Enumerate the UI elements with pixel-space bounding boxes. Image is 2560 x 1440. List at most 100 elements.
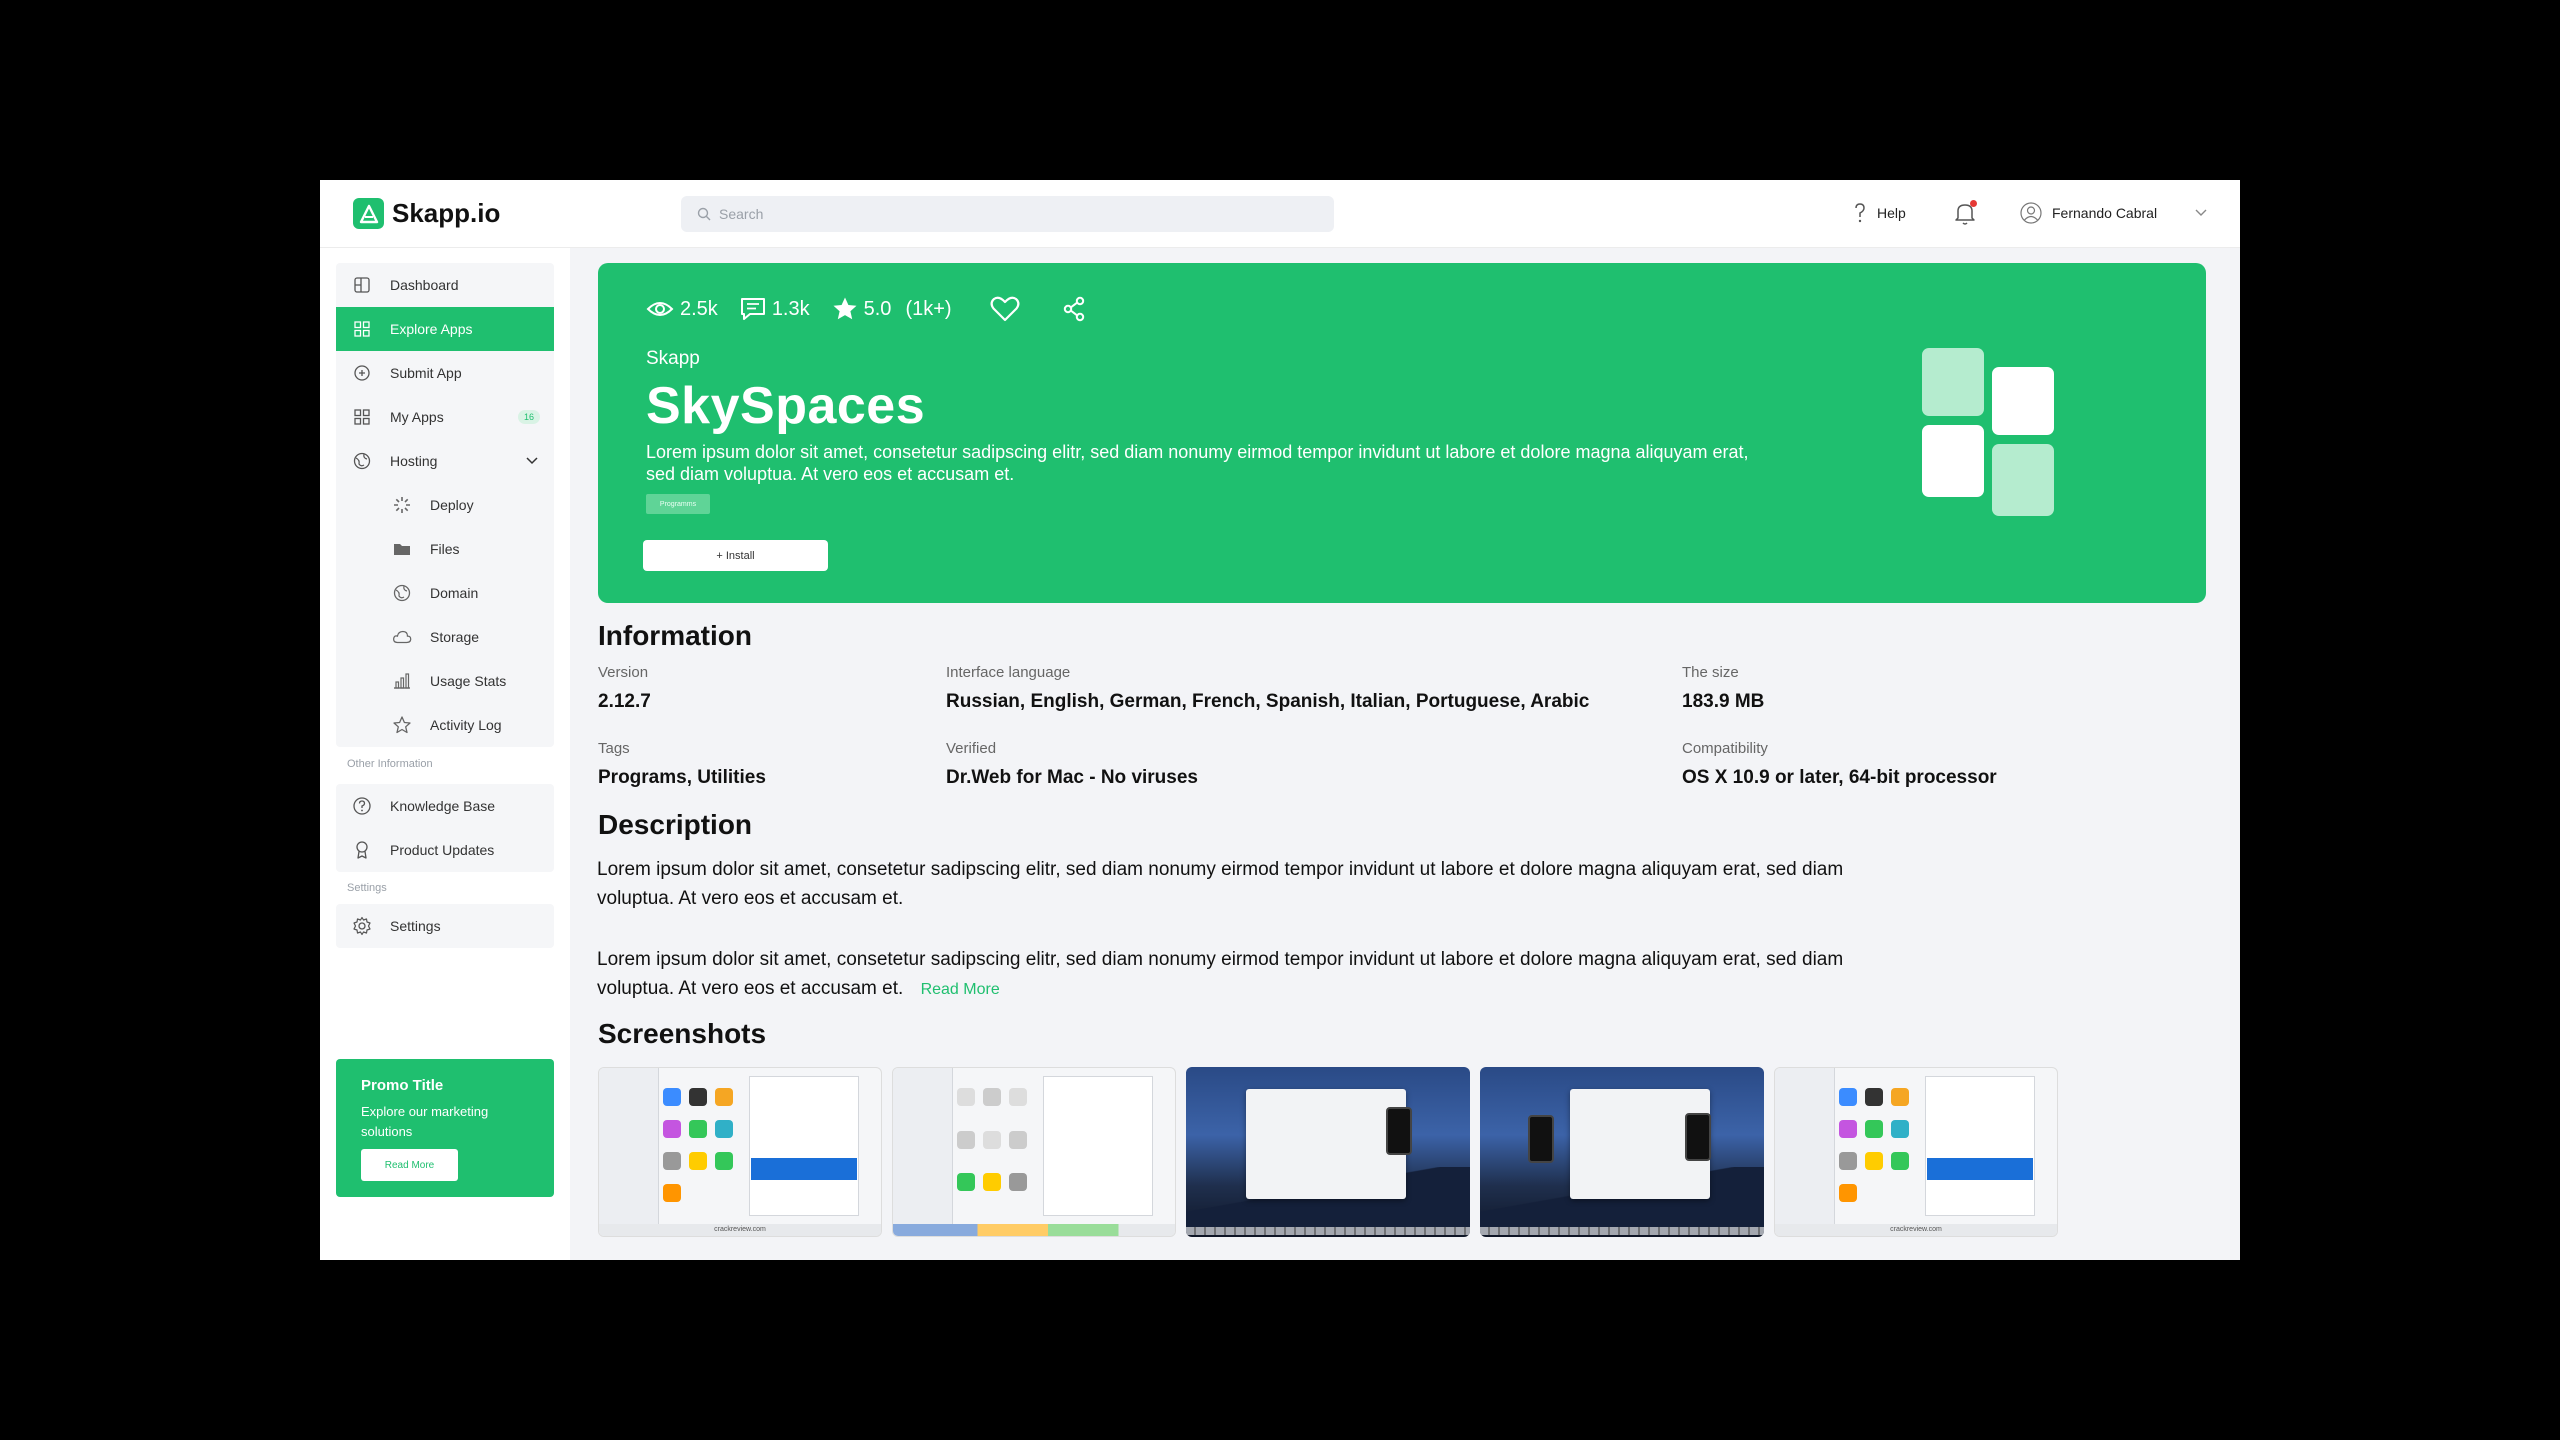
app-title: SkySpaces: [646, 377, 926, 435]
sidebar-item-hosting[interactable]: Hosting: [336, 439, 554, 483]
folder-icon: [392, 539, 412, 559]
promo-title: Promo Title: [361, 1077, 444, 1094]
cloud-icon: [392, 627, 412, 647]
search-icon: [697, 207, 711, 221]
apps-icon: [352, 407, 372, 427]
gear-icon: [352, 916, 372, 936]
notification-dot: [1970, 200, 1977, 207]
search-input[interactable]: [719, 206, 1279, 222]
sidebar-item-label: Knowledge Base: [390, 798, 496, 814]
size-label: The size: [1682, 664, 1739, 681]
sidebar: Dashboard Explore Apps Submit App My App…: [320, 248, 570, 1260]
compatibility-label: Compatibility: [1682, 740, 1768, 757]
app-hero-banner: 2.5k 1.3k 5.0 (1k+) Skapp SkySpaces Lore…: [598, 263, 2206, 603]
app-window: Skapp.io Help Fernando Cabral Dashboard: [320, 180, 2240, 1260]
screenshot-thumbnail[interactable]: [1480, 1067, 1764, 1237]
rating-count: (1k+): [905, 297, 952, 320]
screenshot-caption: crackreview.com: [599, 1224, 881, 1236]
sidebar-item-my-apps[interactable]: My Apps 16: [336, 395, 554, 439]
promo-read-more-button[interactable]: Read More: [361, 1149, 458, 1181]
help-icon: [1855, 203, 1865, 223]
screenshot-caption: crackreview.com: [1775, 1224, 2057, 1236]
screenshot-thumbnail[interactable]: [1186, 1067, 1470, 1237]
tags-value: Programs, Utilities: [598, 767, 766, 788]
sidebar-item-usage-stats[interactable]: Usage Stats: [336, 659, 554, 703]
sidebar-item-settings[interactable]: Settings: [336, 904, 554, 948]
sidebar-item-label: Deploy: [430, 497, 474, 513]
screenshot-thumbnail[interactable]: crackreview.com: [598, 1067, 882, 1237]
rating-value: 5.0: [863, 297, 892, 320]
deploy-icon: [392, 495, 412, 515]
comments-count: 1.3k: [771, 297, 810, 320]
verified-label: Verified: [946, 740, 997, 757]
sidebar-item-domain[interactable]: Domain: [336, 571, 554, 615]
settings-nav: Settings: [336, 904, 554, 948]
sidebar-item-activity-log[interactable]: Activity Log: [336, 703, 554, 747]
sidebar-item-product-updates[interactable]: Product Updates: [336, 828, 554, 872]
sidebar-item-explore-apps[interactable]: Explore Apps: [336, 307, 554, 351]
tags-label: Tags: [598, 740, 630, 757]
bar-chart-icon: [392, 671, 412, 691]
sidebar-item-label: My Apps: [390, 409, 444, 425]
views-count: 2.5k: [680, 297, 718, 320]
app-short-description: Lorem ipsum dolor sit amet, consetetur s…: [646, 442, 1749, 484]
app-publisher[interactable]: Skapp: [646, 348, 700, 370]
star-icon: [833, 297, 857, 320]
brand-name: Skapp.io: [392, 198, 501, 228]
chevron-down-icon[interactable]: [526, 457, 538, 465]
version-label: Version: [598, 664, 649, 681]
comment-icon: [740, 298, 765, 320]
rating-stat: 5.0 (1k+): [832, 296, 952, 322]
add-circle-icon: [352, 363, 372, 383]
grid-icon: [352, 319, 372, 339]
category-tag[interactable]: Programms: [646, 494, 710, 514]
description-text: Lorem ipsum dolor sit amet, consetetur s…: [597, 949, 1844, 999]
sidebar-item-label: Settings: [390, 918, 441, 934]
user-name: Fernando Cabral: [2052, 205, 2158, 221]
sidebar-item-files[interactable]: Files: [336, 527, 554, 571]
share-icon[interactable]: [1062, 296, 1086, 322]
help-link[interactable]: Help: [1853, 202, 1906, 224]
compatibility-value: OS X 10.9 or later, 64-bit processor: [1682, 767, 1997, 788]
section-label-other: Other Information: [347, 758, 433, 770]
description-heading: Description: [598, 809, 753, 840]
domain-globe-icon: [392, 583, 412, 603]
description-paragraph: Lorem ipsum dolor sit amet, consetetur s…: [597, 859, 1844, 909]
sidebar-item-label: Product Updates: [390, 842, 495, 858]
verified-value: Dr.Web for Mac - No viruses: [946, 767, 1198, 788]
sidebar-item-label: Dashboard: [390, 277, 459, 293]
chevron-down-icon[interactable]: [2195, 209, 2207, 217]
other-nav: Knowledge Base Product Updates: [336, 784, 554, 872]
sidebar-item-deploy[interactable]: Deploy: [336, 483, 554, 527]
views-stat: 2.5k: [646, 298, 718, 321]
notifications-button[interactable]: [1953, 200, 1979, 228]
eye-icon: [646, 302, 674, 316]
sidebar-item-label: Submit App: [390, 365, 462, 381]
app-stats: 2.5k 1.3k 5.0 (1k+): [646, 296, 1086, 322]
star-outline-icon: [392, 715, 412, 735]
sidebar-item-submit-app[interactable]: Submit App: [336, 351, 554, 395]
sidebar-item-label: Explore Apps: [390, 321, 473, 337]
user-menu[interactable]: Fernando Cabral: [2020, 202, 2207, 224]
install-button[interactable]: + Install: [643, 540, 828, 571]
sidebar-item-label: Activity Log: [430, 717, 502, 733]
sidebar-item-label: Storage: [430, 629, 480, 645]
information-heading: Information: [598, 620, 752, 651]
heart-icon[interactable]: [990, 296, 1020, 322]
description-paragraph: Lorem ipsum dolor sit amet, consetetur s…: [597, 945, 1887, 1004]
globe-icon: [352, 451, 372, 471]
main-nav: Dashboard Explore Apps Submit App My App…: [336, 263, 554, 747]
help-label: Help: [1877, 205, 1906, 221]
sidebar-item-storage[interactable]: Storage: [336, 615, 554, 659]
sidebar-item-knowledge-base[interactable]: Knowledge Base: [336, 784, 554, 828]
screenshot-thumbnail[interactable]: crackreview.com: [1774, 1067, 2058, 1237]
sidebar-item-label: Hosting: [390, 453, 438, 469]
read-more-link[interactable]: Read More: [921, 981, 1000, 998]
screenshots-heading: Screenshots: [598, 1018, 767, 1049]
screenshot-thumbnail[interactable]: [892, 1067, 1176, 1237]
screenshots-gallery: crackreview.com crackreview.com: [598, 1067, 2058, 1237]
promo-text: Explore our marketing solutions: [361, 1104, 489, 1139]
sidebar-item-dashboard[interactable]: Dashboard: [336, 263, 554, 307]
brand-logo[interactable]: Skapp.io: [353, 198, 500, 229]
search-bar[interactable]: [681, 196, 1334, 232]
